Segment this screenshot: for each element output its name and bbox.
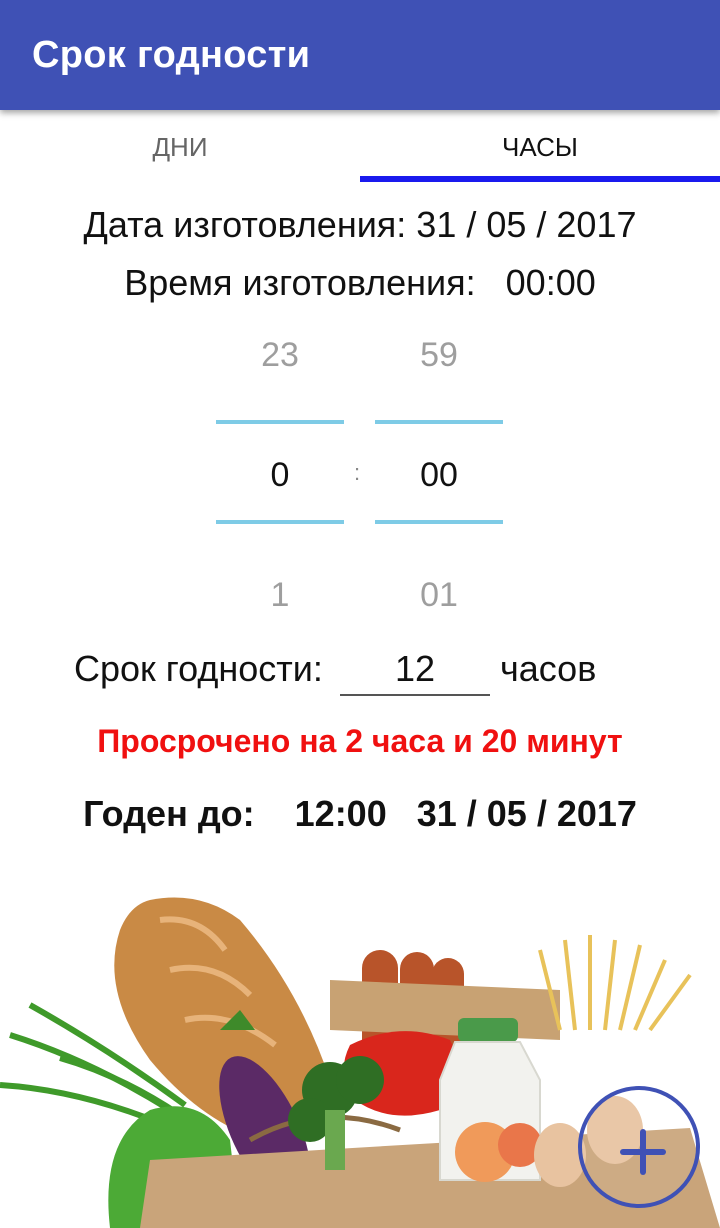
tab-indicator (360, 176, 720, 182)
minute-divider-bottom (375, 520, 503, 524)
tab-bar: ДНИ ЧАСЫ (0, 110, 720, 182)
hour-divider-top (216, 420, 344, 424)
hour-prev[interactable]: 23 (216, 336, 344, 375)
hour-current[interactable]: 0 (216, 456, 344, 495)
hour-divider-bottom (216, 520, 344, 524)
shelf-life-underline (340, 694, 490, 696)
manufacture-date[interactable]: Дата изготовления: 31 / 05 / 2017 (0, 204, 720, 246)
expired-status: Просрочено на 2 часа и 20 минут (97, 723, 623, 759)
manufacture-time[interactable]: Время изготовления: 00:00 (0, 262, 720, 304)
minute-prev[interactable]: 59 (375, 336, 503, 375)
shelf-life-label: Срок годности: (74, 648, 323, 689)
app-bar: Срок годности (0, 0, 720, 110)
shelf-life-unit: часов (500, 648, 597, 689)
tab-days[interactable]: ДНИ (0, 110, 360, 182)
minute-current[interactable]: 00 (375, 456, 503, 495)
time-separator: : (354, 460, 361, 485)
tab-hours[interactable]: ЧАСЫ (360, 110, 720, 182)
hour-next[interactable]: 1 (216, 576, 344, 615)
spaghetti (538, 935, 692, 1032)
valid-until: Годен до: 12:00 31 / 05 / 2017 (83, 793, 637, 834)
minute-divider-top (375, 420, 503, 424)
shelf-life-input[interactable]: 12 (340, 648, 490, 690)
plus-icon (620, 1129, 666, 1175)
add-button[interactable] (578, 1086, 700, 1208)
app-title: Срок годности (32, 34, 311, 76)
minute-next[interactable]: 01 (375, 576, 503, 615)
